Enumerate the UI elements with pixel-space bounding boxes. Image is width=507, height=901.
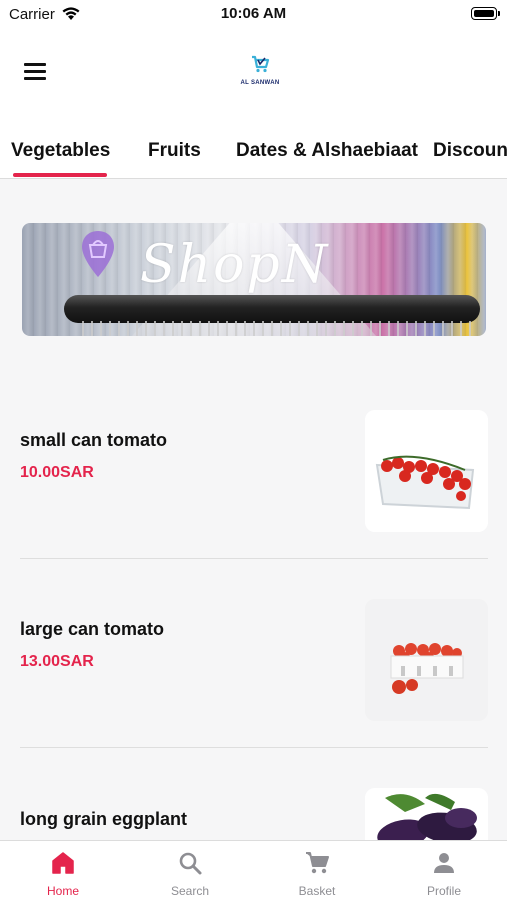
divider bbox=[20, 558, 488, 559]
active-tab-indicator bbox=[13, 173, 107, 177]
search-icon bbox=[179, 852, 202, 875]
home-icon bbox=[52, 852, 74, 874]
cart-icon bbox=[306, 852, 329, 874]
eggplant-image bbox=[365, 788, 488, 840]
product-image bbox=[365, 599, 488, 721]
tomato-crate-image bbox=[365, 599, 488, 721]
nav-search[interactable]: Search bbox=[127, 841, 253, 901]
tab-discount[interactable]: Discount bbox=[433, 140, 507, 162]
tab-fruits[interactable]: Fruits bbox=[148, 140, 201, 162]
product-name: long grain eggplant bbox=[20, 809, 187, 829]
tab-dates-alshaebiaat[interactable]: Dates & Alshaebiaat bbox=[236, 140, 418, 162]
app-logo: AL SANWAN bbox=[232, 54, 288, 88]
tab-vegetables[interactable]: Vegetables bbox=[11, 140, 110, 162]
product-name: large can tomato bbox=[20, 619, 165, 639]
category-tabs: Vegetables Fruits Dates & Alshaebiaat Di… bbox=[0, 118, 507, 179]
promo-banner[interactable]: ShopN bbox=[22, 223, 486, 336]
product-price: 10.00SAR bbox=[20, 464, 94, 481]
nav-profile-label: Profile bbox=[426, 884, 461, 898]
logo-cart-icon bbox=[252, 55, 270, 73]
status-time: 10:06 AM bbox=[220, 5, 287, 22]
product-image bbox=[365, 410, 488, 532]
product-item[interactable]: small can tomato 10.00SAR bbox=[0, 380, 507, 570]
person-icon bbox=[434, 853, 454, 873]
banner-script-logo: ShopN bbox=[140, 235, 330, 295]
status-bar: Carrier 10:06 AM bbox=[0, 0, 507, 28]
product-item[interactable]: large can tomato 13.00SAR bbox=[0, 569, 507, 759]
product-image bbox=[365, 788, 488, 840]
nav-basket[interactable]: Basket bbox=[254, 841, 380, 901]
product-price: 13.00SAR bbox=[20, 653, 94, 670]
product-item[interactable]: long grain eggplant bbox=[0, 758, 507, 840]
menu-button[interactable] bbox=[24, 63, 46, 80]
product-name: small can tomato bbox=[20, 430, 168, 450]
cherry-tomatoes-image bbox=[365, 410, 488, 532]
logo-text: AL SANWAN bbox=[240, 80, 280, 86]
bottom-nav: Home Search Basket Profile bbox=[0, 840, 507, 901]
nav-home[interactable]: Home bbox=[0, 841, 126, 901]
cart-handle-image bbox=[64, 295, 480, 323]
divider bbox=[20, 747, 488, 748]
app-header: AL SANWAN bbox=[0, 28, 507, 118]
nav-basket-label: Basket bbox=[298, 884, 336, 898]
nav-search-label: Search bbox=[170, 884, 210, 898]
basket-pin-icon bbox=[82, 231, 114, 277]
battery-icon bbox=[471, 7, 500, 20]
nav-home-label: Home bbox=[46, 884, 79, 898]
nav-profile[interactable]: Profile bbox=[381, 841, 507, 901]
